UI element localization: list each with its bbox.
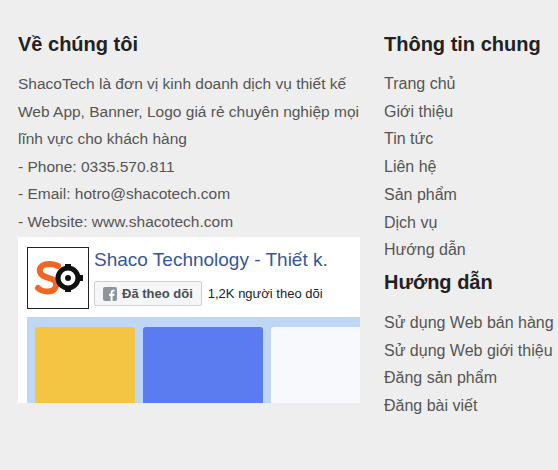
about-column: Về chúng tôi ShacoTech là đơn vị kinh doa…	[18, 30, 360, 470]
info-heading: Thông tin chung	[384, 30, 558, 58]
guides-heading: Hướng dẫn	[384, 268, 558, 296]
info-link[interactable]: Trang chủ	[384, 70, 558, 98]
logo-icon	[28, 248, 88, 308]
facebook-icon	[103, 287, 117, 301]
guide-link[interactable]: Sử dụng Web bán hàng	[384, 309, 558, 337]
links-column: Thông tin chung Trang chủGiới thiệuTin tứ…	[384, 30, 558, 470]
page-name[interactable]: Shaco Technology - Thiết k.	[94, 247, 328, 273]
facebook-widget[interactable]: Shaco Technology - Thiết k. Đã theo dõi 1,…	[18, 237, 360, 403]
followers-count: 1,2K người theo dõi	[208, 284, 323, 304]
contact-line: - Phone: 0335.570.811	[18, 153, 360, 181]
info-link[interactable]: Liên hệ	[384, 153, 558, 181]
info-link[interactable]: Giới thiệu	[384, 98, 558, 126]
page-logo[interactable]	[27, 247, 89, 309]
follow-button[interactable]: Đã theo dõi	[94, 281, 202, 306]
footer: Về chúng tôi ShacoTech là đơn vị kinh doa…	[0, 0, 558, 470]
info-link[interactable]: Tin tức	[384, 125, 558, 153]
contact-line: - Email: hotro@shacotech.com	[18, 180, 360, 208]
guide-link[interactable]: Sử dụng Web giới thiệu	[384, 337, 558, 365]
info-link[interactable]: Dịch vụ	[384, 209, 558, 237]
contact-line: - Website: www.shacotech.com	[18, 208, 360, 236]
about-heading: Về chúng tôi	[18, 30, 360, 58]
guide-link[interactable]: Đăng bài viết	[384, 392, 558, 420]
info-link[interactable]: Sản phẩm	[384, 181, 558, 209]
about-description: ShacoTech là đơn vị kinh doanh dịch vụ t…	[18, 70, 360, 153]
info-link[interactable]: Hướng dẫn	[384, 236, 558, 264]
cover-photo[interactable]	[27, 317, 360, 403]
guide-link[interactable]: Đăng sản phẩm	[384, 364, 558, 392]
